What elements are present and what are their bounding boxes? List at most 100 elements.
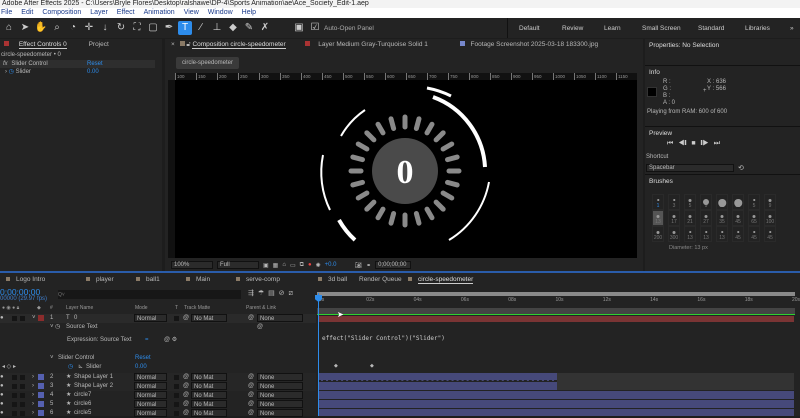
- visibility-icon[interactable]: ●: [0, 409, 4, 418]
- label-color[interactable]: [38, 401, 44, 407]
- expand-icon[interactable]: ›: [32, 373, 34, 382]
- mask-icon[interactable]: ⌂: [282, 262, 286, 268]
- first-frame-icon[interactable]: ⏮: [667, 140, 673, 147]
- visibility-icon[interactable]: ●: [0, 400, 4, 409]
- timeline-tab[interactable]: Render Queue: [359, 274, 402, 286]
- layer-bar-shape-layer-1[interactable]: [318, 373, 557, 381]
- timeline-tab[interactable]: Main: [186, 274, 210, 286]
- menu-animation[interactable]: Animation: [144, 8, 175, 18]
- parent-select[interactable]: None: [257, 391, 303, 399]
- layer-row[interactable]: ● › 6 ★ circle5 Normal @ No Mat @ None: [0, 409, 316, 418]
- snapshot-icon[interactable]: 📷︎: [354, 262, 362, 269]
- preserve-box[interactable]: [174, 375, 179, 380]
- roi-icon[interactable]: ▣: [263, 262, 269, 269]
- reset-button[interactable]: Reset: [135, 354, 151, 363]
- layer-bar-circle6[interactable]: [318, 400, 794, 408]
- preserve-box[interactable]: [174, 384, 179, 389]
- slider-value[interactable]: 0.00: [135, 363, 147, 372]
- visibility-icon[interactable]: ●: [0, 373, 4, 382]
- menu-file[interactable]: File: [1, 8, 12, 18]
- next-frame-icon[interactable]: ❙▶: [701, 140, 709, 147]
- preserve-box[interactable]: [174, 316, 179, 321]
- brush-tool-icon[interactable]: ∕: [194, 21, 208, 35]
- auto-open-checkbox[interactable]: ☑: [308, 21, 322, 35]
- visibility-icon[interactable]: ●: [0, 314, 4, 323]
- brush-tip[interactable]: 45: [748, 226, 760, 242]
- workspace-default[interactable]: Default: [519, 25, 540, 32]
- brush-tip[interactable]: 21: [684, 210, 696, 226]
- frame-blending-icon[interactable]: ▤: [268, 290, 275, 297]
- pan-tool-icon[interactable]: ✛: [82, 21, 96, 35]
- effect-row[interactable]: ˅ Slider Control Reset: [0, 354, 316, 363]
- layer-row[interactable]: ● › 4 ★ circle7 Normal @ No Mat @ None: [0, 391, 316, 400]
- selection-tool-icon[interactable]: ➤: [18, 21, 32, 35]
- solo-box[interactable]: [12, 375, 17, 380]
- effect-row[interactable]: fx Slider Control Reset: [0, 60, 155, 68]
- menu-effect[interactable]: Effect: [117, 8, 135, 18]
- menu-composition[interactable]: Composition: [42, 8, 81, 18]
- expression-toggle-icon[interactable]: =: [145, 336, 149, 345]
- menu-layer[interactable]: Layer: [90, 8, 108, 18]
- brush-tip[interactable]: 5: [684, 194, 696, 210]
- shy-icon[interactable]: ☂: [258, 290, 264, 297]
- workspace-learn[interactable]: Learn: [604, 25, 621, 32]
- layer-bar-circle5[interactable]: [318, 409, 794, 416]
- brush-tip[interactable]: 3: [668, 194, 680, 210]
- timeline-tab[interactable]: player: [86, 274, 114, 286]
- expand-icon[interactable]: ›: [32, 382, 34, 391]
- track-matte-select[interactable]: No Mat: [191, 400, 227, 408]
- col-track-matte[interactable]: Track Matte: [184, 303, 210, 313]
- layer-search-input[interactable]: [58, 290, 241, 299]
- composition-flowchart-icon[interactable]: ⇶: [248, 290, 254, 297]
- work-area-bar[interactable]: [317, 292, 795, 296]
- lock-box[interactable]: [20, 375, 25, 380]
- reset-shortcut-icon[interactable]: ⟲: [738, 164, 744, 172]
- stopwatch-icon[interactable]: ◷: [68, 363, 73, 372]
- zoom-select[interactable]: 100%: [171, 261, 213, 269]
- dolly-tool-icon[interactable]: ↓: [98, 21, 112, 35]
- layer-bar-text[interactable]: [318, 316, 794, 322]
- expand-icon[interactable]: ›: [32, 391, 34, 400]
- prev-frame-icon[interactable]: ◀❙: [678, 140, 686, 147]
- matte-pickwhip-icon[interactable]: @: [183, 314, 189, 323]
- brush-tip[interactable]: 65: [748, 210, 760, 226]
- brush-tip[interactable]: 45: [732, 226, 744, 242]
- brush-tip[interactable]: 13: [716, 194, 728, 210]
- effect-reset-button[interactable]: Reset: [87, 60, 103, 68]
- tab-effect-controls[interactable]: Effect Controls 0: [18, 41, 67, 49]
- brush-tip[interactable]: 5: [748, 194, 760, 210]
- layer-row[interactable]: ● ˅ 1 T 0 Normal @ No Mat @ None: [0, 314, 316, 323]
- layer-row[interactable]: ● › 5 ★ circle6 Normal @ No Mat @ None: [0, 400, 316, 409]
- expression-pickwhip-icon[interactable]: @ ⚙: [164, 336, 177, 345]
- zoom-tool-icon[interactable]: ⌕: [50, 21, 64, 35]
- mode-select[interactable]: Normal: [134, 373, 167, 381]
- menu-edit[interactable]: Edit: [21, 8, 33, 18]
- keyframe[interactable]: ◆: [370, 363, 374, 369]
- col-layer-name[interactable]: Layer Name: [66, 303, 93, 313]
- layer-row[interactable]: ● › 2 ★ Shape Layer 1 Normal @ No Mat @ …: [0, 373, 316, 382]
- viewer-timecode[interactable]: 0;00;00;00: [375, 261, 412, 269]
- layer-name[interactable]: circle5: [74, 409, 91, 418]
- layer-name[interactable]: circle7: [74, 391, 91, 400]
- brush-tip[interactable]: 19: [732, 194, 744, 210]
- timeline-tab[interactable]: 3d ball: [318, 274, 347, 286]
- playhead[interactable]: [318, 293, 319, 416]
- rectangle-tool-icon[interactable]: ▢: [146, 21, 160, 35]
- matte-pickwhip-icon[interactable]: @: [183, 373, 189, 382]
- motion-blur-icon[interactable]: ⊘: [279, 290, 285, 297]
- label-color[interactable]: [38, 392, 44, 398]
- lock-box[interactable]: [20, 402, 25, 407]
- property-row[interactable]: ˅ ◷ Source Text @: [0, 323, 316, 332]
- matte-pickwhip-icon[interactable]: @: [183, 409, 189, 418]
- orbit-tool-icon[interactable]: ◔: [66, 21, 80, 35]
- puppet-pin-icon[interactable]: ✗: [258, 21, 272, 35]
- matte-pickwhip-icon[interactable]: @: [183, 391, 189, 400]
- 3d-icon[interactable]: ⧉: [300, 262, 304, 269]
- type-tool-icon[interactable]: T: [178, 21, 192, 35]
- expand-icon[interactable]: ›: [32, 400, 34, 409]
- brush-tip[interactable]: 13: [700, 226, 712, 242]
- parent-pickwhip-icon[interactable]: @: [248, 382, 254, 391]
- brush-tip[interactable]: 100: [764, 210, 776, 226]
- slider-param-value[interactable]: 0.00: [87, 68, 99, 76]
- panel-icon[interactable]: ▣: [292, 21, 306, 35]
